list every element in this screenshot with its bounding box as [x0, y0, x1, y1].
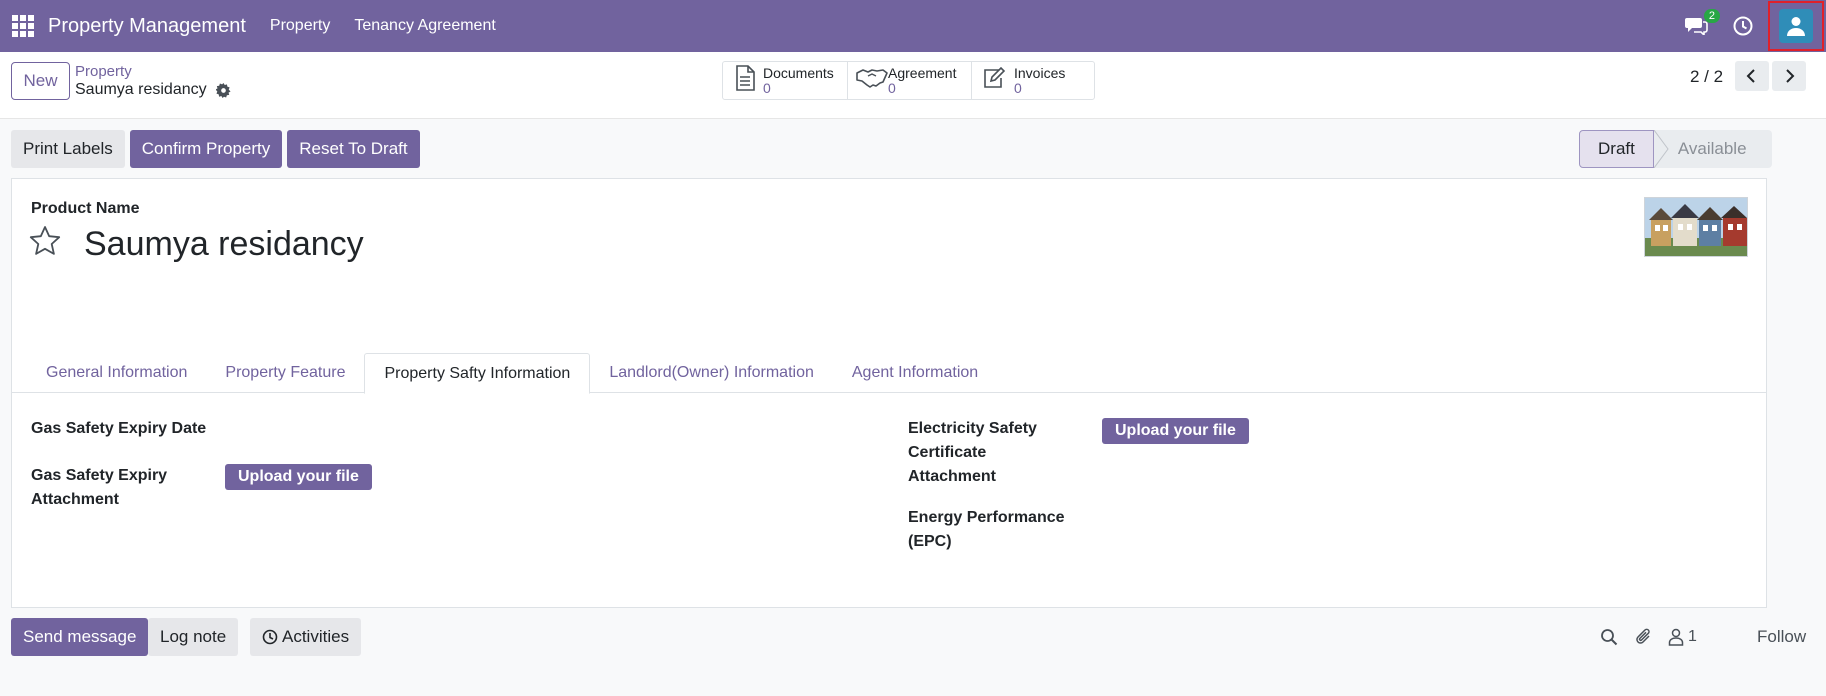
label-line: (EPC): [908, 533, 952, 550]
confirm-property-button[interactable]: Confirm Property: [129, 130, 283, 168]
energy-performance-epc-label: Energy Performance (EPC): [908, 506, 1065, 554]
menu-property[interactable]: Property: [270, 17, 330, 35]
product-name-value[interactable]: Saumya residancy: [84, 225, 364, 264]
gas-safety-expiry-attachment-label: Gas Safety Expiry Attachment: [31, 464, 167, 512]
smart-button-label: Invoices: [1014, 64, 1066, 81]
label-line: Attachment: [31, 491, 120, 508]
pager-next-button[interactable]: [1772, 61, 1806, 91]
smart-button-label: Documents: [763, 64, 834, 81]
gear-icon[interactable]: [215, 82, 231, 98]
smart-buttons: Documents 0 Agreement 0 Invoices 0: [722, 61, 1095, 100]
activities-label: Activities: [282, 627, 350, 646]
follow-button[interactable]: Follow: [1757, 627, 1806, 647]
smart-button-value: 0: [888, 79, 896, 96]
tab-landlord-owner-information[interactable]: Landlord(Owner) Information: [590, 353, 833, 393]
send-message-button[interactable]: Send message: [11, 618, 149, 656]
stage-draft[interactable]: Draft: [1579, 130, 1654, 168]
top-navbar: Property Management Property Tenancy Agr…: [0, 0, 1826, 52]
breadcrumb-current: Saumya residancy: [75, 81, 231, 99]
breadcrumb-current-label: Saumya residancy: [75, 81, 207, 98]
edit-icon: [982, 66, 1006, 94]
clock-icon: [262, 629, 278, 645]
print-labels-button[interactable]: Print Labels: [11, 130, 125, 168]
breadcrumb-parent[interactable]: Property: [75, 63, 132, 80]
chevron-left-icon: [1746, 69, 1755, 83]
reset-to-draft-button[interactable]: Reset To Draft: [287, 130, 420, 168]
user-avatar-icon: [1779, 9, 1813, 43]
form-sheet: Product Name Saumya residancy General In…: [11, 178, 1767, 608]
chat-badge: 2: [1703, 9, 1720, 23]
new-button[interactable]: New: [11, 62, 70, 100]
pager-previous-button[interactable]: [1735, 61, 1769, 91]
label-line: Gas Safety Expiry: [31, 467, 168, 484]
form-tabs: General Information Property Feature Pro…: [12, 353, 1766, 394]
followers-icon[interactable]: [1668, 628, 1686, 646]
electricity-safety-certificate-label: Electricity Safety Certificate Attachmen…: [908, 417, 1037, 489]
star-icon[interactable]: [29, 225, 61, 257]
handshake-icon: [856, 66, 888, 95]
product-name-label: Product Name: [31, 200, 140, 217]
gas-safety-upload-button[interactable]: Upload your file: [225, 464, 372, 490]
tab-property-safty-information[interactable]: Property Safty Information: [364, 353, 591, 394]
invoices-smart-button[interactable]: Invoices 0: [972, 62, 1094, 99]
status-bar: Draft Available: [1579, 130, 1772, 168]
agreement-smart-button[interactable]: Agreement 0: [848, 62, 972, 99]
label-line: Energy Performance: [908, 509, 1065, 526]
gas-safety-expiry-date-text: Gas Safety Expiry Date: [31, 420, 207, 437]
document-icon: [735, 65, 755, 96]
chevron-right-icon: [1786, 69, 1795, 83]
tab-agent-information[interactable]: Agent Information: [833, 353, 997, 393]
followers-count[interactable]: 1: [1688, 628, 1697, 646]
user-menu-button[interactable]: [1768, 1, 1824, 51]
activity-clock-icon[interactable]: [1732, 15, 1754, 37]
pager-value[interactable]: 2 / 2: [1690, 67, 1723, 87]
property-image[interactable]: [1644, 197, 1748, 257]
electricity-safety-upload-button[interactable]: Upload your file: [1102, 418, 1249, 444]
action-buttons: Print Labels Confirm Property Reset To D…: [11, 130, 425, 168]
label-line: Electricity Safety: [908, 420, 1037, 437]
stage-arrow-icon: [1653, 130, 1669, 168]
tab-general-information[interactable]: General Information: [27, 353, 206, 393]
app-name[interactable]: Property Management: [48, 15, 246, 38]
stage-available[interactable]: Available: [1653, 130, 1772, 168]
paperclip-icon[interactable]: [1635, 628, 1653, 646]
menu-tenancy-agreement[interactable]: Tenancy Agreement: [354, 17, 495, 35]
smart-button-label: Agreement: [888, 64, 957, 81]
tab-property-feature[interactable]: Property Feature: [206, 353, 364, 393]
smart-button-value: 0: [763, 79, 771, 96]
label-line: Certificate: [908, 444, 987, 461]
documents-smart-button[interactable]: Documents 0: [723, 62, 848, 99]
log-note-button[interactable]: Log note: [148, 618, 239, 656]
apps-menu-icon[interactable]: [12, 15, 34, 37]
gas-safety-expiry-date-label: Gas Safety Expiry Date: [31, 417, 206, 441]
messaging-icon[interactable]: 2: [1684, 9, 1720, 37]
search-icon[interactable]: [1600, 628, 1618, 646]
control-panel: New Property Saumya residancy Documents …: [0, 52, 1826, 119]
stage-available-label: Available: [1677, 139, 1747, 158]
smart-button-value: 0: [1014, 79, 1022, 96]
activities-button[interactable]: Activities: [250, 618, 362, 656]
label-line: Attachment: [908, 468, 997, 485]
